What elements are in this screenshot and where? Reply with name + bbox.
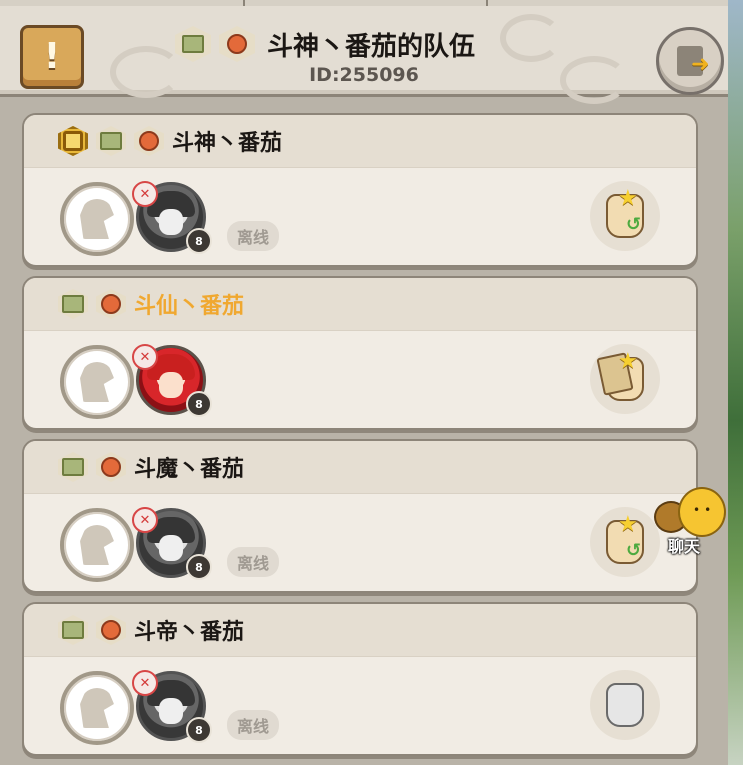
swap-hand-icon: ★ ↺ [606, 186, 644, 238]
member-card[interactable]: 斗帝丶番茄 ✕ 8 离线 [22, 602, 698, 756]
team-title-row: 斗神丶番茄的队伍 [175, 24, 475, 64]
team-id: ID:255096 [309, 64, 419, 86]
ghost-silhouette-icon [80, 199, 114, 239]
member-card-header: 斗魔丶番茄 [24, 441, 696, 494]
smiley-bubble-icon: •• [678, 487, 726, 537]
member-badges [58, 289, 126, 319]
member-name: 斗魔丶番茄 [134, 457, 245, 482]
green-guild-badge-icon [58, 615, 88, 645]
member-card[interactable]: 斗仙丶番茄 ✕ 8 ★ [22, 276, 698, 430]
background-scenery [728, 0, 743, 765]
green-guild-badge-icon [175, 26, 211, 62]
level-badge: 8 [186, 228, 212, 254]
online-status: 离线 [227, 710, 280, 740]
grey-hand-icon [606, 683, 644, 727]
crossed-swords-icon: ✕ [132, 181, 158, 207]
crossed-swords-icon: ✕ [132, 670, 158, 696]
online-status: 离线 [227, 547, 280, 577]
online-status: 离线 [227, 221, 280, 251]
member-card-header: 斗帝丶番茄 [24, 604, 696, 657]
green-guild-badge-icon [96, 126, 126, 156]
green-guild-badge-icon [58, 452, 88, 482]
red-class-badge-icon [96, 452, 126, 482]
level-badge: 8 [186, 717, 212, 743]
exit-team-button[interactable]: ➜ [656, 27, 724, 95]
member-card-header: 斗神丶番茄 [24, 115, 696, 168]
crossed-swords-icon: ✕ [132, 507, 158, 533]
exit-door-icon: ➜ [677, 46, 709, 77]
red-class-badge-icon [219, 26, 255, 62]
chat-button[interactable]: •• 聊天 [650, 487, 730, 557]
red-class-badge-icon [96, 615, 126, 645]
level-badge: 8 [186, 391, 212, 417]
team-header: ! 斗神丶番茄的队伍 ID:255096 ➜ [0, 6, 728, 104]
member-name: 斗帝丶番茄 [134, 620, 245, 645]
chat-label: 聊天 [668, 537, 701, 556]
member-badges [58, 126, 164, 156]
green-guild-badge-icon [58, 289, 88, 319]
crossed-swords-icon: ✕ [132, 344, 158, 370]
member-card[interactable]: 斗神丶番茄 ✕ 8 离线 ★ ↺ [22, 113, 698, 267]
red-class-badge-icon [96, 289, 126, 319]
empty-pet-slot[interactable] [60, 671, 134, 745]
level-badge: 8 [186, 554, 212, 580]
member-action-button[interactable]: ★ ↺ [590, 181, 660, 251]
card-hand-icon: ★ [596, 349, 644, 401]
ghost-silhouette-icon [80, 525, 114, 565]
empty-pet-slot[interactable] [60, 508, 134, 582]
empty-pet-slot[interactable] [60, 182, 134, 256]
team-title: 斗神丶番茄的队伍 [267, 31, 476, 62]
member-action-button[interactable] [590, 670, 660, 740]
swap-hand-icon: ★ ↺ [606, 512, 644, 564]
team-panel: ! 斗神丶番茄的队伍 ID:255096 ➜ 斗神丶番茄 ✕ 8 离线 ★ ↺ 斗… [0, 0, 728, 765]
member-list: 斗神丶番茄 ✕ 8 离线 ★ ↺ 斗仙丶番茄 ✕ 8 ★ 斗魔丶番茄 ✕ 8 离线… [22, 113, 698, 765]
member-card[interactable]: 斗魔丶番茄 ✕ 8 离线 ★ ↺ [22, 439, 698, 593]
ghost-silhouette-icon [80, 362, 114, 402]
member-name: 斗仙丶番茄 [134, 294, 245, 319]
member-action-button[interactable]: ★ [590, 344, 660, 414]
member-badges [58, 452, 126, 482]
member-card-header: 斗仙丶番茄 [24, 278, 696, 331]
red-class-badge-icon [134, 126, 164, 156]
ghost-silhouette-icon [80, 688, 114, 728]
decor-swirl [500, 14, 562, 62]
gold-rank-badge-icon [58, 126, 88, 156]
empty-pet-slot[interactable] [60, 345, 134, 419]
member-badges [58, 615, 126, 645]
member-name: 斗神丶番茄 [172, 131, 283, 156]
